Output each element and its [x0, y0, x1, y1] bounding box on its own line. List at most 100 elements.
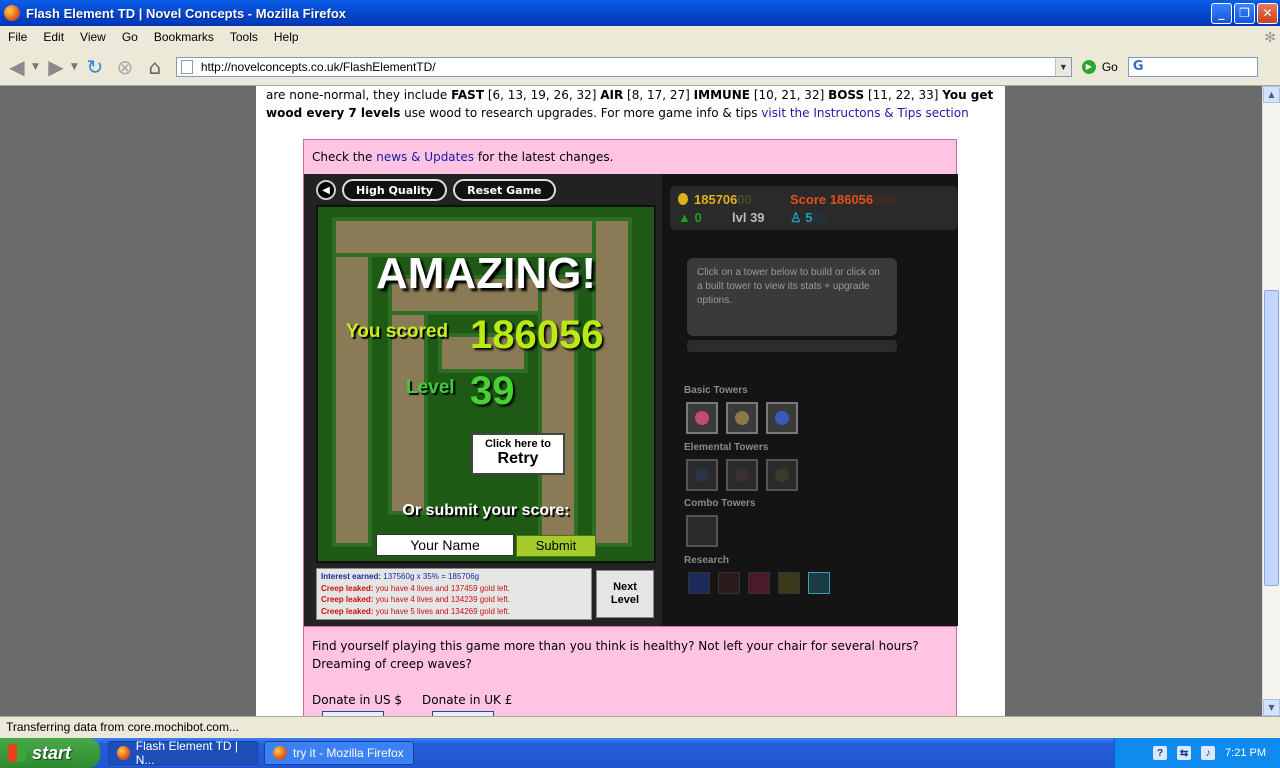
url-bar[interactable]: http://novelconcepts.co.uk/FlashElementT… [175, 56, 1072, 77]
scroll-down-icon[interactable]: ▼ [1263, 699, 1280, 716]
taskbar-item-try-it[interactable]: try it - Mozilla Firefox [264, 741, 414, 765]
research-note: use wood to research upgrades. For more … [400, 106, 762, 120]
close-button[interactable]: ✕ [1257, 2, 1278, 24]
forward-dropdown-icon[interactable]: ▼ [71, 62, 78, 72]
firefox-icon [4, 5, 20, 21]
research-water-button[interactable] [688, 572, 710, 594]
score-counter-value: 186056 [829, 192, 874, 207]
back-dropdown-icon[interactable]: ▼ [32, 62, 39, 72]
donate-us: Donate in US $ [312, 691, 402, 716]
boss-label: BOSS [828, 88, 865, 102]
next-level-line1: Next [613, 581, 637, 593]
forward-icon[interactable]: ▶ [43, 54, 69, 80]
cannon-tower-button[interactable] [726, 402, 758, 434]
earth-tower-button[interactable] [766, 459, 798, 491]
boss-levels: [11, 22, 33] [864, 88, 943, 102]
start-label: start [32, 742, 72, 763]
research-damage-button[interactable] [748, 572, 770, 594]
menu-go[interactable]: Go [114, 30, 146, 44]
donate-text: Find yourself playing this game more tha… [312, 639, 919, 671]
high-quality-button[interactable]: High Quality [342, 179, 448, 201]
log-label: Interest earned: [321, 572, 382, 581]
news-text-a: Check the [312, 150, 377, 164]
menu-bookmarks[interactable]: Bookmarks [146, 30, 222, 44]
earth-tower-icon [775, 468, 789, 482]
throbber-icon: ✻ [1264, 28, 1276, 45]
submit-score-button[interactable]: Submit [516, 535, 596, 557]
sound-toggle-icon[interactable]: ◀ [316, 180, 336, 200]
water-tower-icon [695, 468, 709, 482]
log-text: you have 4 lives and 134239 gold left. [373, 595, 511, 604]
tower-info-box: Click on a tower below to build or click… [687, 258, 897, 336]
retry-button[interactable]: Click here to Retry [471, 433, 565, 475]
go-button[interactable]: ▶ Go [1081, 59, 1118, 74]
arrow-tower-button[interactable] [686, 402, 718, 434]
name-input[interactable]: Your Name [376, 534, 514, 556]
scroll-thumb[interactable] [1264, 290, 1279, 586]
taskbar: start Flash Element TD | N... try it - M… [0, 738, 1280, 768]
menu-help[interactable]: Help [266, 30, 307, 44]
stop-icon[interactable]: ⊗ [112, 54, 138, 80]
volume-icon[interactable]: ♪ [1201, 746, 1216, 760]
vertical-scrollbar[interactable]: ▲ ▼ [1262, 86, 1280, 716]
retry-hint: Click here to [484, 438, 552, 450]
combo-towers-heading: Combo Towers [684, 498, 756, 509]
menu-edit[interactable]: Edit [35, 30, 72, 44]
clock[interactable]: 7:21 PM [1225, 747, 1266, 759]
next-level-line2: Level [610, 594, 640, 606]
minimize-button[interactable]: _ [1211, 2, 1232, 24]
tree-icon: ▲ [678, 210, 691, 225]
home-icon[interactable]: ⌂ [142, 54, 168, 80]
news-link[interactable]: news & Updates [376, 150, 474, 164]
url-text[interactable]: http://novelconcepts.co.uk/FlashElementT… [201, 60, 1055, 74]
donate-uk-label: Donate in UK £ [422, 693, 513, 707]
network-icon[interactable]: ⇆ [1177, 746, 1192, 760]
gold-value: 185706 [694, 192, 738, 207]
menu-tools[interactable]: Tools [222, 30, 266, 44]
fire-tower-button[interactable] [726, 459, 758, 491]
combo-tower-button[interactable] [686, 515, 718, 547]
research-fire-button[interactable] [718, 572, 740, 594]
taskbar-item-flash-td[interactable]: Flash Element TD | N... [108, 739, 258, 767]
scroll-up-icon[interactable]: ▲ [1263, 86, 1280, 103]
lives-pad: 00 [812, 210, 827, 225]
game-map[interactable]: AMAZING! You scored 186056 Level 39 Clic… [316, 205, 656, 563]
fast-label: FAST [451, 88, 484, 102]
research-lives-button[interactable] [808, 572, 830, 594]
next-level-button[interactable]: Next Level [596, 570, 654, 618]
event-log: Interest earned: 137560g x 35% = 185706g… [316, 568, 592, 620]
water-tower-button[interactable] [686, 459, 718, 491]
menu-view[interactable]: View [72, 30, 114, 44]
log-text: 137560g x 35% = 185706g [381, 572, 480, 581]
page-viewport: are none-normal, they include FAST [6, 1… [0, 86, 1262, 716]
reset-game-button[interactable]: Reset Game [453, 179, 556, 201]
research-heading: Research [684, 555, 730, 566]
gold-coin-icon [678, 193, 688, 205]
frost-tower-button[interactable] [766, 402, 798, 434]
immune-label: IMMUNE [693, 88, 751, 102]
url-dropdown-icon[interactable]: ▼ [1054, 57, 1071, 76]
reload-icon[interactable]: ↻ [82, 54, 108, 80]
research-earth-button[interactable] [778, 572, 800, 594]
log-text: you have 4 lives and 137459 gold left. [373, 583, 511, 593]
back-icon[interactable]: ◀ [4, 54, 30, 80]
window-title-bar[interactable]: Flash Element TD | Novel Concepts - Mozi… [0, 0, 1280, 26]
maximize-button[interactable]: ❐ [1234, 2, 1255, 24]
search-input[interactable]: G [1127, 56, 1258, 77]
log-label: Creep leaked: [321, 583, 374, 593]
menu-file[interactable]: File [0, 30, 35, 44]
page-content: are none-normal, they include FAST [6, 1… [256, 86, 1005, 716]
flash-game[interactable]: ◀ High Quality Reset Game AMAZING! You s… [303, 174, 958, 626]
help-icon[interactable]: ? [1153, 746, 1168, 760]
cannon-tower-icon [735, 411, 749, 425]
level-label: Level [406, 377, 455, 398]
tips-link[interactable]: visit the Instructons & Tips section [761, 106, 968, 120]
game-intro-text: are none-normal, they include FAST [6, 1… [266, 86, 996, 122]
log-label: Creep leaked: [321, 606, 374, 616]
page-icon [180, 59, 193, 74]
wood-value: 0 [694, 210, 702, 225]
menu-bar: File Edit View Go Bookmarks Tools Help ✻ [0, 26, 1280, 48]
air-levels: [8, 17, 27] [623, 88, 694, 102]
start-button[interactable]: start [0, 738, 100, 768]
gold-pad: 00 [737, 192, 752, 207]
